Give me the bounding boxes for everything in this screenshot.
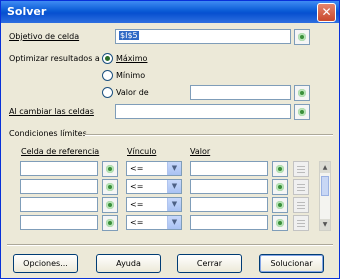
window-title: Solver xyxy=(7,5,47,18)
chevron-down-icon[interactable]: ▼ xyxy=(167,216,181,229)
scroll-down-icon[interactable]: ▼ xyxy=(320,219,330,230)
close-button[interactable]: Cerrar xyxy=(177,254,242,273)
constraint-value-shrink-1[interactable] xyxy=(272,161,288,177)
header-value: Valor xyxy=(190,147,211,156)
constraint-ref-input-1[interactable] xyxy=(20,161,98,176)
constraint-value-input-4[interactable] xyxy=(190,215,268,230)
options-button[interactable]: Opciones... xyxy=(13,254,78,273)
changing-cells-shrink-button[interactable] xyxy=(294,104,310,120)
header-cell-reference: Celda de referencia xyxy=(21,147,100,156)
remove-constraint-button-4[interactable] xyxy=(293,215,309,231)
radio-minimo-label[interactable]: Mínimo xyxy=(116,71,145,80)
constraint-operator-value-2: <= xyxy=(130,182,144,191)
constraint-value-shrink-2[interactable] xyxy=(272,179,288,195)
constraint-value-input-2[interactable] xyxy=(190,179,268,194)
chevron-down-icon[interactable]: ▼ xyxy=(167,162,181,175)
valor-de-shrink-button[interactable] xyxy=(294,85,310,101)
objective-cell-value: $I$5 xyxy=(119,31,139,40)
constraint-value-shrink-4[interactable] xyxy=(272,215,288,231)
constraint-operator-4[interactable]: <= ▼ xyxy=(126,215,182,230)
radio-valor-de[interactable] xyxy=(102,87,113,98)
constraint-ref-input-4[interactable] xyxy=(20,215,98,230)
constraints-section-label: Condiciones límites xyxy=(9,129,87,138)
valor-de-input[interactable] xyxy=(190,85,291,100)
radio-maximo-label[interactable]: Máximo xyxy=(116,54,147,63)
constraint-ref-input-3[interactable] xyxy=(20,197,98,212)
objective-shrink-button[interactable] xyxy=(294,29,310,45)
footer-divider xyxy=(7,244,333,246)
help-button[interactable]: Ayuda xyxy=(96,254,161,273)
remove-constraint-button-2[interactable] xyxy=(293,179,309,195)
header-operator: Vínculo xyxy=(127,147,157,156)
constraint-ref-shrink-3[interactable] xyxy=(102,197,118,213)
solve-button[interactable]: Solucionar xyxy=(259,254,324,273)
remove-constraint-button-1[interactable] xyxy=(293,161,309,177)
constraint-operator-2[interactable]: <= ▼ xyxy=(126,179,182,194)
constraint-operator-value-4: <= xyxy=(130,218,144,227)
constraint-operator-value-3: <= xyxy=(130,200,144,209)
constraint-value-input-3[interactable] xyxy=(190,197,268,212)
scrollbar-thumb[interactable] xyxy=(321,176,329,196)
title-bar[interactable]: Solver ✕ xyxy=(1,1,339,23)
changing-cells-label: Al cambiar las celdas xyxy=(9,107,94,116)
constraint-operator-1[interactable]: <= ▼ xyxy=(126,161,182,176)
objective-cell-input[interactable]: $I$5 xyxy=(115,29,291,44)
solver-dialog: Solver ✕ Objetivo de celda $I$5 Optimiza… xyxy=(0,0,340,279)
constraint-ref-input-2[interactable] xyxy=(20,179,98,194)
constraint-operator-value-1: <= xyxy=(130,164,144,173)
optimize-label: Optimizar resultados a xyxy=(9,54,100,63)
radio-maximo[interactable] xyxy=(102,53,113,64)
constraint-value-input-1[interactable] xyxy=(190,161,268,176)
objective-label: Objetivo de celda xyxy=(9,32,80,41)
chevron-down-icon[interactable]: ▼ xyxy=(167,198,181,211)
constraint-operator-3[interactable]: <= ▼ xyxy=(126,197,182,212)
constraints-divider xyxy=(85,134,333,136)
close-window-button[interactable]: ✕ xyxy=(317,3,336,22)
radio-minimo[interactable] xyxy=(102,70,113,81)
remove-constraint-button-3[interactable] xyxy=(293,197,309,213)
chevron-down-icon[interactable]: ▼ xyxy=(167,180,181,193)
constraint-ref-shrink-4[interactable] xyxy=(102,215,118,231)
radio-valor-de-label[interactable]: Valor de xyxy=(116,88,149,97)
scroll-up-icon[interactable]: ▲ xyxy=(320,162,330,173)
changing-cells-input[interactable] xyxy=(115,104,291,119)
constraint-ref-shrink-2[interactable] xyxy=(102,179,118,195)
constraint-value-shrink-3[interactable] xyxy=(272,197,288,213)
constraint-ref-shrink-1[interactable] xyxy=(102,161,118,177)
constraints-scrollbar[interactable]: ▲ ▼ xyxy=(319,161,331,231)
